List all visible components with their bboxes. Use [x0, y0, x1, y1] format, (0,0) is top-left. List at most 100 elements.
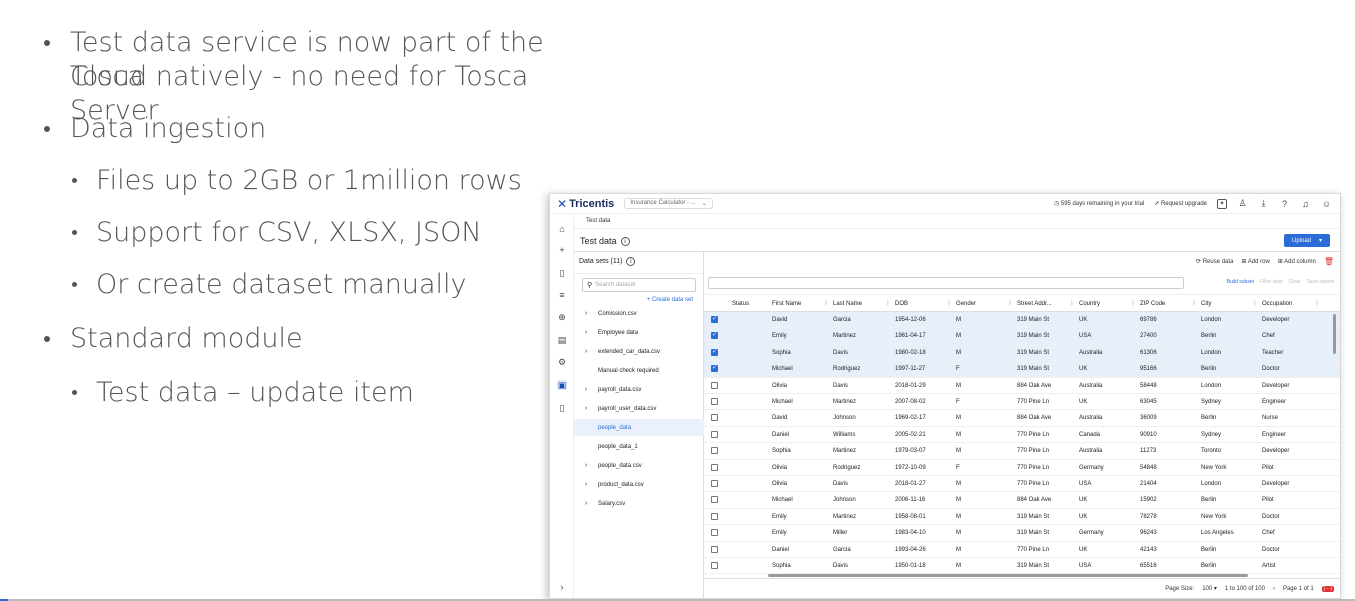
prev-page-icon[interactable]: ‹ — [1273, 586, 1275, 592]
table-cell[interactable]: 770 Pine Ln — [1017, 542, 1049, 558]
table-cell[interactable]: 61306 — [1140, 345, 1157, 361]
row-checkbox[interactable] — [711, 398, 718, 405]
table-cell[interactable]: 95166 — [1140, 361, 1157, 377]
table-cell[interactable]: Davis — [833, 378, 848, 394]
table-cell[interactable]: Miller — [833, 525, 847, 541]
table-cell[interactable]: Toronto — [1201, 443, 1221, 459]
table-cell[interactable]: Sophia — [772, 558, 791, 574]
table-cell[interactable]: UK — [1079, 542, 1087, 558]
row-checkbox[interactable] — [711, 545, 718, 553]
table-cell[interactable]: Nurse — [1262, 410, 1278, 426]
table-cell[interactable]: Rodriguez — [833, 361, 860, 377]
build-subset-button[interactable]: Build subset — [1227, 279, 1254, 285]
trash-icon[interactable]: 🗑 — [1324, 257, 1334, 266]
table-cell[interactable]: Martinez — [833, 509, 856, 525]
table-row[interactable]: Daniel Garcia 1993-04-26 M 770 Pine Ln UK 4214… — [704, 542, 1340, 558]
table-cell[interactable]: 69786 — [1140, 312, 1157, 328]
table-cell[interactable]: Olivia — [772, 378, 787, 394]
table-cell[interactable]: Germany — [1079, 525, 1104, 541]
chevron-right-icon[interactable]: › — [574, 481, 598, 488]
table-cell[interactable]: Berlin — [1201, 410, 1216, 426]
table-row[interactable]: Olivia Davis 2018-01-27 M 770 Pine Ln USA 2140… — [704, 476, 1340, 493]
table-cell[interactable]: Pilot — [1262, 492, 1274, 508]
table-cell[interactable]: 54848 — [1140, 460, 1157, 476]
table-cell[interactable]: David — [772, 312, 787, 328]
download-icon[interactable]: ⤓ — [1258, 198, 1269, 209]
table-row[interactable]: Michael Rodriguez 1997-11-27 F 319 Main St UK… — [704, 361, 1340, 378]
column-header[interactable]: Street Addr... ⋮ — [1017, 295, 1079, 313]
column-header[interactable]: Status — [732, 295, 772, 313]
row-checkbox[interactable] — [711, 480, 718, 487]
table-cell[interactable]: 63045 — [1140, 394, 1157, 410]
table-cell[interactable]: Olivia — [772, 476, 787, 492]
table-row[interactable]: Sophia Davis 1980-02-18 M 319 Main St Austral… — [704, 344, 1340, 362]
table-cell[interactable]: Emily — [772, 509, 787, 525]
table-cell[interactable]: Chef — [1262, 328, 1275, 344]
column-header[interactable]: Country ⋮ — [1079, 295, 1140, 313]
table-cell[interactable]: Berlin — [1201, 492, 1216, 508]
table-cell[interactable]: Martinez — [833, 328, 856, 344]
table-cell[interactable]: Sydney — [1201, 394, 1221, 410]
table-cell[interactable]: UK — [1079, 492, 1087, 508]
row-checkbox[interactable] — [711, 496, 718, 504]
table-cell[interactable]: 884 Oak Ave — [1017, 492, 1051, 508]
table-cell[interactable]: David — [772, 410, 787, 426]
table-cell[interactable]: 770 Pine Ln — [1017, 443, 1049, 459]
table-cell[interactable]: M — [956, 542, 961, 558]
help-icon[interactable]: ? — [1279, 198, 1290, 209]
table-cell[interactable]: Australia — [1079, 378, 1102, 394]
table-cell[interactable]: 2018-01-29 — [895, 378, 926, 394]
table-cell[interactable]: 2006-11-16 — [895, 492, 925, 508]
table-cell[interactable]: 2005-02-21 — [895, 427, 926, 443]
clear-button[interactable]: Clear — [1289, 279, 1301, 285]
table-cell[interactable]: M — [956, 509, 961, 525]
row-checkbox[interactable] — [711, 529, 718, 537]
table-cell[interactable]: London — [1201, 312, 1221, 328]
table-cell[interactable]: Emily — [772, 328, 787, 344]
table-cell[interactable]: 36009 — [1140, 410, 1157, 426]
table-cell[interactable]: F — [956, 361, 960, 377]
table-cell[interactable]: Michael — [772, 394, 793, 410]
table-cell[interactable]: Garcia — [833, 542, 851, 558]
table-cell[interactable]: 42143 — [1140, 542, 1157, 558]
expand-chevron-icon[interactable]: › — [557, 582, 567, 592]
table-cell[interactable]: M — [956, 345, 961, 361]
row-checkbox[interactable] — [711, 447, 718, 455]
table-cell[interactable]: 90910 — [1140, 427, 1157, 443]
chevron-right-icon[interactable]: › — [574, 386, 598, 393]
row-checkbox[interactable] — [711, 364, 718, 373]
table-cell[interactable]: 15902 — [1140, 492, 1157, 508]
table-cell[interactable]: London — [1201, 476, 1221, 492]
table-cell[interactable]: 319 Main St — [1017, 525, 1049, 541]
table-cell[interactable]: 1958-08-01 — [895, 509, 926, 525]
chevron-right-icon[interactable]: › — [574, 405, 598, 412]
tricentis-logo[interactable]: ✕ Tricentis — [557, 197, 614, 211]
table-row[interactable]: Emily Miller 1983-04-10 M 319 Main St Germany… — [704, 525, 1340, 542]
table-cell[interactable]: Berlin — [1201, 558, 1216, 574]
table-cell[interactable]: Martinez — [833, 443, 856, 459]
table-row[interactable]: Sophia Martinez 1979-03-07 M 770 Pine Ln Aust… — [704, 443, 1340, 460]
settings-icon[interactable]: ⚙ — [557, 357, 567, 367]
column-menu-icon[interactable]: ⋮ — [1069, 295, 1075, 313]
table-cell[interactable]: Artist — [1262, 558, 1276, 574]
table-cell[interactable]: 770 Pine Ln — [1017, 476, 1049, 492]
user-icon[interactable]: ☺ — [1321, 198, 1332, 209]
table-cell[interactable]: 1983-04-10 — [895, 525, 926, 541]
row-checkbox[interactable] — [711, 315, 718, 323]
table-cell[interactable]: UK — [1079, 312, 1087, 328]
table-cell[interactable]: Sydney — [1201, 427, 1221, 443]
table-cell[interactable]: 319 Main St — [1017, 361, 1049, 377]
table-cell[interactable]: Doctor — [1262, 509, 1280, 525]
table-cell[interactable]: M — [956, 492, 961, 508]
column-header[interactable]: First Name ⋮ — [772, 295, 833, 313]
column-menu-icon[interactable]: ⋮ — [1252, 295, 1258, 313]
table-cell[interactable]: Germany — [1079, 460, 1104, 476]
table-cell[interactable]: 319 Main St — [1017, 558, 1049, 574]
table-cell[interactable]: Johnson — [833, 410, 856, 426]
dataset-item[interactable]: › Salary.csv — [574, 495, 704, 512]
people-icon[interactable]: ♙ — [1237, 198, 1248, 209]
table-cell[interactable]: Williams — [833, 427, 855, 443]
table-cell[interactable]: M — [956, 410, 961, 426]
page-size-select[interactable]: 100 ▾ — [1202, 585, 1217, 592]
save-subset-button[interactable]: Save subset — [1306, 279, 1334, 285]
